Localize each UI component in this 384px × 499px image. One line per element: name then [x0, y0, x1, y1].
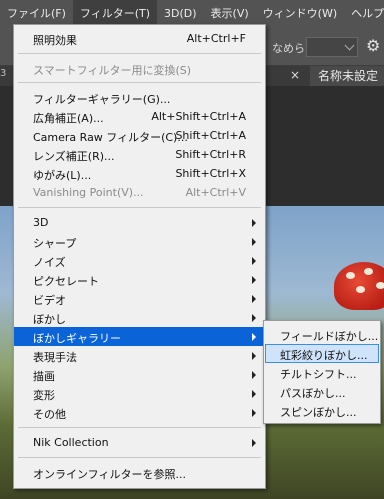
filter-menu: 照明効果 Alt+Ctrl+F スマートフィルター用に変換(S) フィルターギャ… — [13, 24, 266, 489]
menu-item-liquify[interactable]: ゆがみ(L)... Shift+Ctrl+X — [14, 164, 265, 183]
submenu-item-path-blur[interactable]: パスぼかし... — [265, 382, 379, 401]
menu-item-label: フィルターギャラリー(G)... — [33, 93, 171, 106]
submenu-item-tilt-shift[interactable]: チルトシフト... — [265, 363, 379, 382]
menu-separator — [18, 427, 261, 428]
menu-item-browse-online-filters[interactable]: オンラインフィルターを参照... — [14, 463, 265, 482]
smoothing-field[interactable] — [306, 37, 358, 57]
menu-item-filter-gallery[interactable]: フィルターギャラリー(G)... — [14, 88, 265, 107]
gear-icon[interactable]: ⚙ — [366, 37, 384, 55]
menu-item-vanishing-point[interactable]: Vanishing Point(V)... Alt+Ctrl+V — [14, 183, 265, 202]
chevron-right-icon — [252, 295, 256, 303]
submenu-item-label: チルトシフト... — [280, 368, 357, 381]
menu-item-shortcut: Shift+Ctrl+A — [175, 129, 246, 142]
menu-item-label: Camera Raw フィルター(C)... — [33, 131, 188, 144]
mushroom-spot — [356, 286, 365, 293]
menu-item-shortcut: Alt+Shift+Ctrl+A — [151, 110, 246, 123]
menu-item-convert-smart-filter[interactable]: スマートフィルター用に変換(S) — [14, 59, 265, 78]
menu-item-sharpen[interactable]: シャープ — [14, 232, 265, 251]
mushroom-spot — [376, 282, 384, 289]
menu-item-other[interactable]: その他 — [14, 403, 265, 422]
mushroom-image — [334, 262, 384, 310]
menu-item-video[interactable]: ビデオ — [14, 289, 265, 308]
chevron-right-icon — [252, 439, 256, 447]
close-icon[interactable]: × — [290, 68, 300, 82]
submenu-item-label: パスぼかし... — [280, 387, 346, 400]
menu-item-shortcut: Alt+Ctrl+V — [185, 186, 246, 199]
menu-item-noise[interactable]: ノイズ — [14, 251, 265, 270]
menu-item-nik-collection[interactable]: Nik Collection — [14, 433, 265, 452]
chevron-right-icon — [252, 238, 256, 246]
submenu-item-label: スピンぼかし... — [280, 406, 357, 419]
menu-item-stylize[interactable]: 表現手法 — [14, 346, 265, 365]
menu-item-label: ピクセレート — [33, 275, 99, 288]
menu-item-label: オンラインフィルターを参照... — [33, 468, 186, 481]
menu-item-3d[interactable]: 3D — [14, 213, 265, 232]
menu-item-shortcut: Shift+Ctrl+R — [175, 148, 246, 161]
menu-item-shortcut: Alt+Ctrl+F — [186, 32, 246, 45]
menu-item-label: ぼかし — [33, 313, 66, 326]
menu-item-adaptive-wide-angle[interactable]: 広角補正(A)... Alt+Shift+Ctrl+A — [14, 107, 265, 126]
chevron-right-icon — [252, 219, 256, 227]
menu-separator — [18, 82, 261, 83]
chevron-down-icon — [344, 40, 355, 51]
menu-help[interactable]: ヘルプ(H) — [344, 0, 384, 28]
menu-item-label: 変形 — [33, 389, 55, 402]
chevron-right-icon — [252, 333, 256, 341]
chevron-right-icon — [252, 314, 256, 322]
menu-item-shortcut: Shift+Ctrl+X — [175, 167, 246, 180]
menu-separator — [18, 457, 261, 458]
menu-item-distort[interactable]: 変形 — [14, 384, 265, 403]
menu-item-label: ノイズ — [33, 256, 66, 269]
submenu-item-field-blur[interactable]: フィールドぼかし... — [265, 325, 379, 344]
tab-untitled[interactable]: 名称未設定 — [310, 66, 384, 86]
menu-item-label: シャープ — [33, 237, 77, 250]
menu-item-label: 照明効果 — [33, 34, 77, 47]
submenu-item-label: フィールドぼかし... — [280, 330, 379, 343]
menu-separator — [18, 207, 261, 208]
menu-item-label: 広角補正(A)... — [33, 112, 104, 125]
menu-item-lighting-effects[interactable]: 照明効果 Alt+Ctrl+F — [14, 29, 265, 48]
tab-fragment[interactable]: 3 — [0, 68, 6, 79]
menu-item-label: ぼかしギャラリー — [33, 332, 121, 345]
menu-item-label: その他 — [33, 408, 66, 421]
menu-item-label: レンズ補正(R)... — [33, 150, 115, 163]
chevron-right-icon — [252, 352, 256, 360]
menu-item-label: 3D — [33, 216, 49, 229]
chevron-right-icon — [252, 257, 256, 265]
menu-item-label: 描画 — [33, 370, 55, 383]
menu-separator — [18, 53, 261, 54]
menu-item-label: ゆがみ(L)... — [33, 169, 92, 182]
menu-item-camera-raw[interactable]: Camera Raw フィルター(C)... Shift+Ctrl+A — [14, 126, 265, 145]
menu-item-lens-correction[interactable]: レンズ補正(R)... Shift+Ctrl+R — [14, 145, 265, 164]
chevron-right-icon — [252, 409, 256, 417]
chevron-right-icon — [252, 371, 256, 379]
chevron-right-icon — [252, 390, 256, 398]
menu-item-render[interactable]: 描画 — [14, 365, 265, 384]
submenu-item-spin-blur[interactable]: スピンぼかし... — [265, 401, 379, 420]
menu-item-label: Vanishing Point(V)... — [33, 186, 144, 199]
menu-item-blur[interactable]: ぼかし — [14, 308, 265, 327]
menu-item-pixelate[interactable]: ピクセレート — [14, 270, 265, 289]
menu-item-blur-gallery[interactable]: ぼかしギャラリー — [14, 327, 265, 346]
blur-gallery-submenu: フィールドぼかし... 虹彩絞りぼかし... チルトシフト... パスぼかし..… — [263, 320, 381, 424]
mushroom-spot — [364, 268, 373, 275]
submenu-item-label: 虹彩絞りぼかし... — [280, 349, 368, 362]
menu-item-label: スマートフィルター用に変換(S) — [33, 64, 192, 77]
menu-item-label: ビデオ — [33, 294, 66, 307]
menu-window[interactable]: ウィンドウ(W) — [256, 0, 344, 28]
menu-item-label: Nik Collection — [33, 436, 109, 449]
submenu-item-iris-blur[interactable]: 虹彩絞りぼかし... — [265, 344, 379, 363]
menu-item-label: 表現手法 — [33, 351, 77, 364]
mushroom-spot — [346, 272, 355, 279]
chevron-right-icon — [252, 276, 256, 284]
